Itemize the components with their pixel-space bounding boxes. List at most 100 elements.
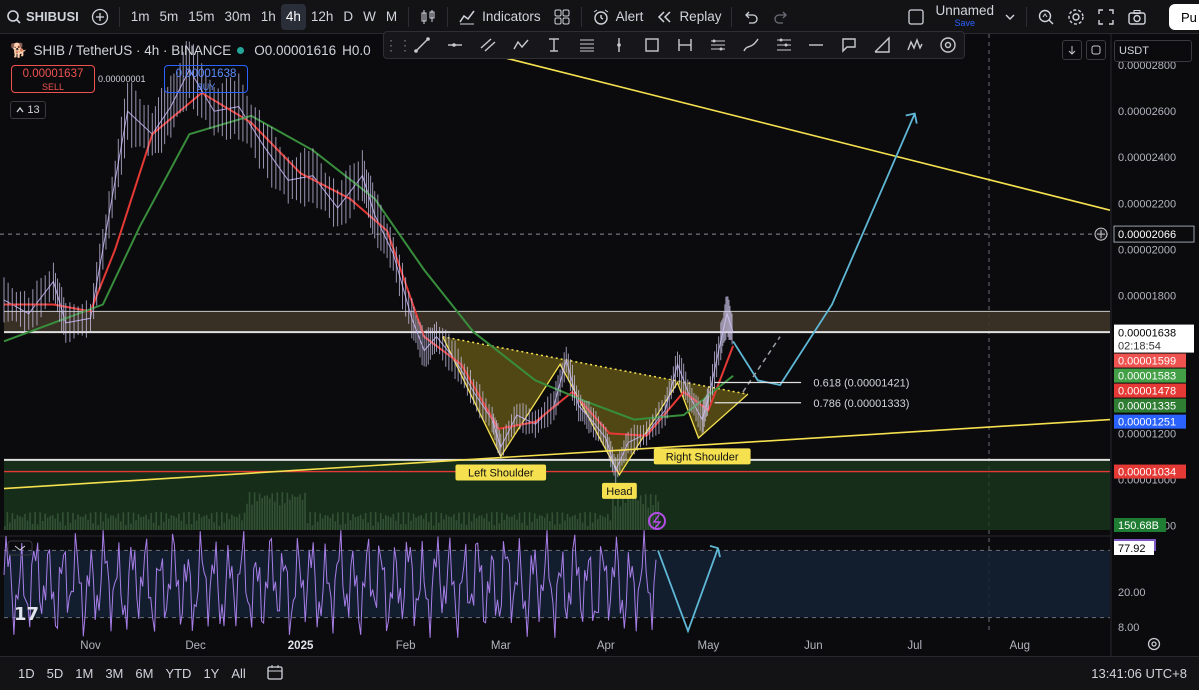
timeframe-4h[interactable]: 4h	[280, 3, 306, 30]
clock-timezone[interactable]: 13:41:06 UTC+8	[1091, 666, 1187, 681]
fullscreen-button[interactable]	[1091, 0, 1121, 34]
goto-date-button[interactable]	[252, 664, 290, 683]
range-3m[interactable]: 3M	[99, 666, 129, 681]
volume-bar	[521, 522, 523, 530]
range-1d[interactable]: 1D	[12, 666, 41, 681]
volume-bar	[175, 517, 178, 530]
volume-bar	[432, 525, 435, 530]
timeframe-5m[interactable]: 5m	[155, 4, 184, 30]
timeframe-d[interactable]: D	[338, 4, 358, 30]
chart-type-button[interactable]	[413, 0, 443, 34]
drag-handle-icon[interactable]: ⋮⋮	[384, 32, 412, 58]
volume-bar	[601, 516, 604, 530]
volume-bar	[321, 518, 324, 530]
range-all[interactable]: All	[225, 666, 251, 681]
text-tool-icon[interactable]	[537, 32, 570, 58]
timeframe-w[interactable]: W	[358, 4, 381, 30]
buy-button[interactable]: 0.00001638 BUY	[164, 65, 248, 93]
pattern-label: Left Shoulder	[468, 467, 534, 479]
volume-bar	[619, 506, 622, 530]
timeframe-m[interactable]: M	[381, 4, 402, 30]
undo-button[interactable]	[736, 0, 766, 34]
vertical-line-tool-icon[interactable]	[603, 32, 636, 58]
horizontal-line-tool-icon[interactable]	[800, 32, 833, 58]
callout-tool-icon[interactable]	[833, 32, 866, 58]
volume-bar	[309, 512, 311, 530]
plus-circle-icon	[91, 8, 108, 25]
volume-bar	[87, 519, 89, 530]
osc-value-label: 77.92	[1118, 543, 1146, 555]
sort-down-button[interactable]	[1062, 40, 1082, 60]
ruler-tool-icon[interactable]	[866, 32, 899, 58]
volume-bar	[468, 512, 470, 530]
volume-bar	[337, 512, 339, 530]
snapshot-button[interactable]	[1121, 0, 1153, 34]
volume-bar	[652, 504, 655, 530]
chart-canvas[interactable]: 0.618 (0.00001421) 0.786 (0.00001333) Left…	[0, 34, 1199, 656]
volume-bar	[518, 512, 521, 530]
currency-select[interactable]: USDT	[1114, 40, 1192, 62]
range-1m[interactable]: 1M	[69, 666, 99, 681]
settings-button[interactable]	[1061, 0, 1091, 34]
volume-bar	[246, 503, 248, 530]
volume-bar	[334, 521, 337, 530]
publish-button[interactable]: Pu	[1169, 4, 1199, 30]
alert-button[interactable]: Alert	[586, 0, 650, 34]
date-range-tool-icon[interactable]	[669, 32, 702, 58]
volume-bar	[147, 519, 150, 530]
pitchfork-tool-icon[interactable]	[701, 32, 734, 58]
volume-bar	[145, 514, 147, 530]
horizontal-ray-tool-icon[interactable]	[439, 32, 472, 58]
volume-bar	[276, 492, 279, 530]
timeframe-30m[interactable]: 30m	[220, 4, 256, 30]
volume-bar	[226, 512, 228, 530]
cycles-tool-icon[interactable]	[931, 32, 964, 58]
range-6m[interactable]: 6M	[129, 666, 159, 681]
indicators-button[interactable]: Indicators	[452, 0, 547, 34]
range-ytd[interactable]: YTD	[159, 666, 197, 681]
replay-button[interactable]: Replay	[649, 0, 727, 34]
range-5d[interactable]: 5D	[41, 666, 70, 681]
brush-tool-icon[interactable]	[734, 32, 767, 58]
timeframe-1m[interactable]: 1m	[126, 4, 155, 30]
redo-button[interactable]	[766, 0, 796, 34]
timeframe-15m[interactable]: 15m	[183, 4, 219, 30]
refresh-icon	[1091, 45, 1101, 55]
volume-bar	[453, 514, 455, 530]
price-badge-label: 0.00001335	[1118, 401, 1176, 413]
rectangle-tool-icon[interactable]	[636, 32, 669, 58]
layouts-button[interactable]	[547, 0, 577, 34]
indicators-collapse-button[interactable]: 13	[10, 101, 46, 119]
volume-bar	[102, 521, 104, 530]
range-1y[interactable]: 1Y	[197, 666, 225, 681]
quick-search-button[interactable]	[1031, 0, 1061, 34]
path-tool-icon[interactable]	[504, 32, 537, 58]
symbol-search[interactable]: SHIBUSI	[0, 0, 85, 34]
layout-menu[interactable]: Unnamed Save	[901, 0, 1022, 34]
volume-bar	[109, 515, 112, 530]
volume-bar	[236, 517, 238, 530]
sell-label: SELL	[41, 82, 65, 92]
volume-bar	[104, 513, 107, 530]
volume-bar	[74, 519, 77, 530]
timeframe-1h[interactable]: 1h	[256, 4, 281, 30]
volume-bar	[301, 499, 304, 530]
timeframe-12h[interactable]: 12h	[306, 4, 339, 30]
volume-bar	[644, 494, 647, 530]
sell-button[interactable]: 0.00001637 SELL	[11, 65, 95, 93]
volume-bar	[162, 522, 165, 530]
resistance-zone	[4, 311, 1110, 333]
volume-bar	[203, 516, 205, 530]
gann-tool-icon[interactable]	[767, 32, 800, 58]
channel-tool-icon[interactable]	[472, 32, 505, 58]
volume-bar	[152, 522, 155, 530]
fib-retracement-tool-icon[interactable]	[570, 32, 603, 58]
compare-button[interactable]	[85, 0, 115, 34]
volume-bar	[488, 521, 491, 530]
volume-bar	[379, 513, 382, 530]
volume-bar	[11, 513, 14, 530]
trend-line-tool-icon[interactable]	[406, 32, 439, 58]
auto-scale-button[interactable]	[1086, 40, 1106, 60]
pattern-tool-icon[interactable]	[898, 32, 931, 58]
volume-bar	[543, 517, 546, 530]
